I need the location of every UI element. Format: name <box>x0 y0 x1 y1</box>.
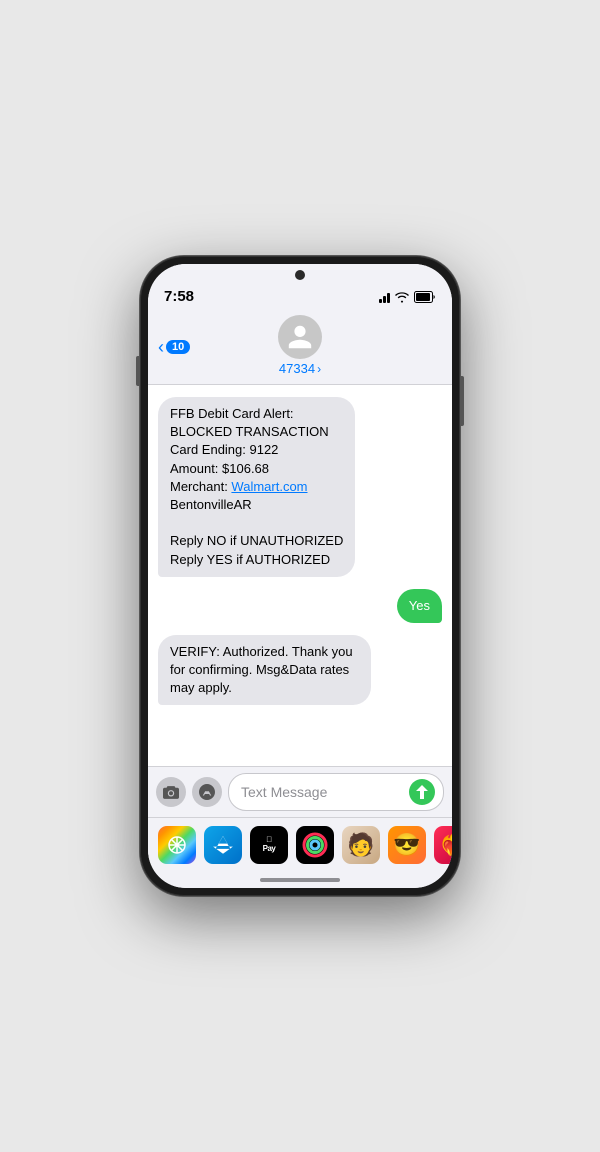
wifi-icon <box>394 291 410 303</box>
input-bar: Text Message <box>148 766 452 817</box>
message-text-2: Yes <box>409 598 430 613</box>
camera-icon <box>163 786 179 799</box>
tray-memoji-app[interactable]: 🧑 <box>342 826 380 864</box>
phone-screen: 7:58 <box>148 264 452 888</box>
message-input-placeholder[interactable]: Text Message <box>241 784 405 800</box>
send-button[interactable] <box>409 779 435 805</box>
tray-activity-app[interactable] <box>296 826 334 864</box>
back-button[interactable]: ‹ 10 <box>158 338 190 356</box>
send-icon <box>416 785 428 799</box>
back-badge: 10 <box>166 340 190 354</box>
walmart-link[interactable]: Walmart.com <box>231 479 307 494</box>
contact-number: 47334 <box>279 361 315 376</box>
activity-icon <box>301 831 329 859</box>
applepay-label: Pay <box>263 836 276 854</box>
signal-icon <box>379 291 390 303</box>
contact-name[interactable]: 47334 › <box>279 361 321 376</box>
message-input-wrapper[interactable]: Text Message <box>228 773 444 811</box>
tray-applepay-app[interactable]: Pay <box>250 826 288 864</box>
appstore-button[interactable] <box>192 777 222 807</box>
message-text-1: FFB Debit Card Alert:BLOCKED TRANSACTION… <box>170 406 343 567</box>
status-bar: 7:58 <box>148 280 452 309</box>
tray-appstore-app[interactable] <box>204 826 242 864</box>
message-bubble-incoming-2: VERIFY: Authorized. Thank you for confir… <box>158 635 371 706</box>
phone-frame: 7:58 <box>140 256 460 896</box>
message-bubble-outgoing-1: Yes <box>397 589 442 623</box>
tray-heart-app[interactable]: ❤️‍🔥 <box>434 826 452 864</box>
top-notch <box>148 264 452 280</box>
contact-chevron: › <box>317 362 321 376</box>
camera-button[interactable] <box>156 777 186 807</box>
nav-header: ‹ 10 47334 › <box>148 309 452 385</box>
appstore-icon <box>199 784 215 800</box>
photos-icon <box>167 835 187 855</box>
message-bubble-incoming-1: FFB Debit Card Alert:BLOCKED TRANSACTION… <box>158 397 355 577</box>
app-tray: Pay 🧑 😎 ❤️‍🔥 <box>148 817 452 874</box>
battery-icon <box>414 291 436 303</box>
status-time: 7:58 <box>164 288 194 305</box>
person-icon <box>286 323 314 351</box>
tray-photos-app[interactable] <box>158 826 196 864</box>
back-chevron-icon: ‹ <box>158 338 164 356</box>
contact-avatar <box>278 315 322 359</box>
home-bar <box>260 878 340 882</box>
tray-animoji-app[interactable]: 😎 <box>388 826 426 864</box>
message-text-3: VERIFY: Authorized. Thank you for confir… <box>170 644 353 695</box>
home-indicator <box>148 874 452 888</box>
app-store-icon <box>212 834 234 856</box>
camera-dot <box>295 270 305 280</box>
messages-area: FFB Debit Card Alert:BLOCKED TRANSACTION… <box>148 385 452 766</box>
status-icons <box>379 291 436 303</box>
